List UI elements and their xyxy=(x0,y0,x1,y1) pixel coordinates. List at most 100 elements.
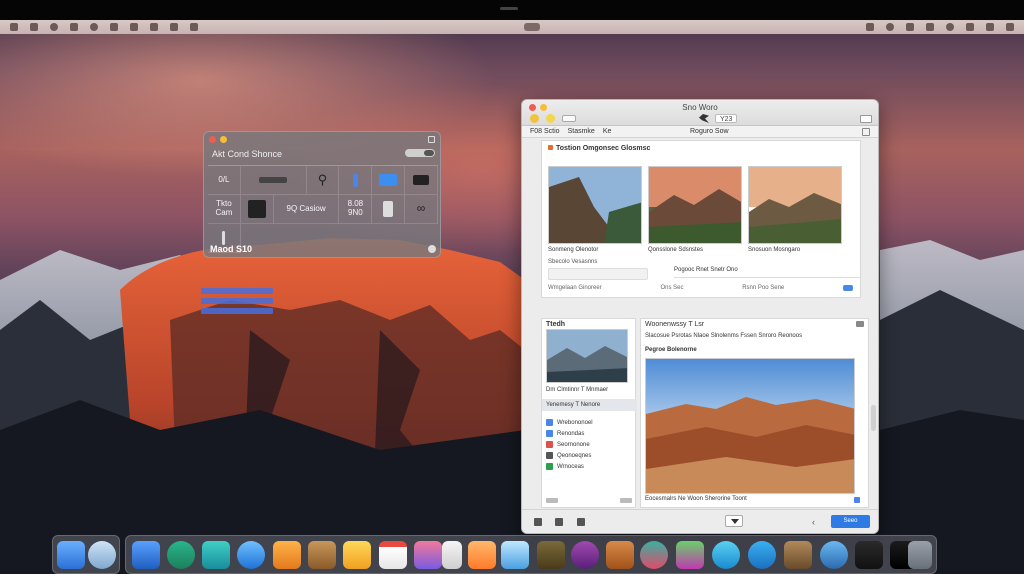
photos-booth-icon[interactable] xyxy=(414,541,442,569)
footer-button[interactable] xyxy=(546,498,558,503)
tab-1[interactable]: F08 Sctio xyxy=(530,128,560,135)
photos-icon[interactable] xyxy=(132,541,160,569)
tab-3[interactable]: Ke xyxy=(603,128,612,135)
status-icon[interactable] xyxy=(886,23,894,31)
menu-item-icon[interactable] xyxy=(70,23,78,31)
finder-icon[interactable] xyxy=(57,541,85,569)
utility-toggle[interactable] xyxy=(405,149,435,157)
sidebar-list-item[interactable]: Seornonone xyxy=(546,441,593,448)
sidebar-selected-item[interactable]: Yenemesy T Nenore xyxy=(542,399,637,411)
selected-row[interactable] xyxy=(201,288,273,294)
podcasts-icon[interactable] xyxy=(571,541,599,569)
utility-cell-search[interactable]: ⚲ xyxy=(306,166,340,195)
wifi-icon[interactable] xyxy=(986,23,994,31)
share-icon[interactable] xyxy=(854,497,860,503)
thumbnail-sunset[interactable] xyxy=(648,166,742,244)
toolbar-button[interactable] xyxy=(562,115,576,122)
content-close-icon[interactable] xyxy=(856,321,864,327)
utility-cell[interactable]: Tkto Cam xyxy=(208,195,241,224)
back-icon[interactable]: ‹ xyxy=(812,517,815,527)
books-icon[interactable] xyxy=(537,541,565,569)
status-icon[interactable] xyxy=(946,23,954,31)
notes-icon[interactable] xyxy=(273,541,301,569)
toolbar-button[interactable] xyxy=(530,114,539,123)
tab-2[interactable]: Stasmke xyxy=(568,128,595,135)
settings-icon[interactable] xyxy=(855,541,883,569)
contacts-icon[interactable] xyxy=(308,541,336,569)
apple-menu-icon[interactable] xyxy=(10,23,18,31)
tv-icon[interactable] xyxy=(606,541,634,569)
status-icon[interactable] xyxy=(866,23,874,31)
pages-icon[interactable] xyxy=(343,541,371,569)
utility-cell-badge[interactable] xyxy=(405,166,438,195)
utility-cell-link[interactable]: ∞ xyxy=(405,195,438,224)
menu-item-icon[interactable] xyxy=(170,23,178,31)
menu-item-icon[interactable] xyxy=(90,23,98,31)
sidebar-list-item[interactable]: Wrnoceas xyxy=(546,463,593,470)
globe-icon[interactable] xyxy=(88,541,116,569)
folder-icon[interactable] xyxy=(908,541,932,569)
status-icon[interactable] xyxy=(906,23,914,31)
menu-item-icon[interactable] xyxy=(130,23,138,31)
control-center-icon[interactable] xyxy=(1006,23,1014,31)
sidebar-toggle-icon[interactable] xyxy=(860,115,872,123)
menu-item-icon[interactable] xyxy=(190,23,198,31)
bird-icon[interactable] xyxy=(699,114,709,123)
music-icon[interactable] xyxy=(468,541,496,569)
menu-bar-center-icon[interactable] xyxy=(524,23,540,31)
status-icon[interactable] xyxy=(926,23,934,31)
safari-icon[interactable] xyxy=(237,541,265,569)
info-icon[interactable] xyxy=(428,245,436,253)
toolbar-button[interactable] xyxy=(546,114,555,123)
sidebar-list-item[interactable]: Wrebononoel xyxy=(546,419,593,426)
weather-icon[interactable] xyxy=(712,541,740,569)
thumbnail-cliff[interactable] xyxy=(548,166,642,244)
status-icon[interactable] xyxy=(966,23,974,31)
preview-icon[interactable] xyxy=(784,541,812,569)
utility-cell[interactable]: 9Q Casiow xyxy=(273,195,340,224)
close-tab-icon[interactable] xyxy=(862,128,870,136)
menu-item-icon[interactable] xyxy=(110,23,118,31)
app-store-icon[interactable] xyxy=(501,541,529,569)
utility-cell[interactable]: 8.08 9N0 xyxy=(339,195,373,224)
dropdown-button[interactable] xyxy=(725,515,743,527)
utility-cell-pin[interactable] xyxy=(339,166,373,195)
menu-item-icon[interactable] xyxy=(30,23,38,31)
scrollbar-handle[interactable] xyxy=(871,405,876,431)
hero-image[interactable] xyxy=(645,358,855,494)
menu-item-icon[interactable] xyxy=(150,23,158,31)
files-icon[interactable] xyxy=(442,541,462,569)
camera-icon[interactable] xyxy=(534,518,542,526)
footer-button[interactable] xyxy=(620,498,632,503)
tab-center[interactable]: Roguro Sow xyxy=(690,128,729,135)
calendar-icon[interactable] xyxy=(379,541,407,569)
chrome-icon[interactable] xyxy=(820,541,848,569)
divider xyxy=(674,277,860,278)
expand-icon[interactable] xyxy=(428,135,435,143)
sidebar-image[interactable] xyxy=(546,329,628,383)
brush-icon[interactable] xyxy=(577,518,585,526)
utility-window: Akt Cond Shonce 0/L ⚲ Tkto Cam 9Q Casiow… xyxy=(203,131,441,258)
menu-item-icon[interactable] xyxy=(50,23,58,31)
telegram-icon[interactable] xyxy=(748,541,776,569)
utility-cell-document[interactable] xyxy=(372,195,406,224)
sidebar-list-item[interactable]: Renondas xyxy=(546,430,593,437)
utility-cell-image[interactable] xyxy=(240,195,274,224)
minimize-window-button[interactable] xyxy=(220,135,227,143)
mail-icon[interactable] xyxy=(202,541,230,569)
maps-icon[interactable] xyxy=(167,541,195,569)
gallery-input[interactable] xyxy=(548,268,648,280)
utility-cell-monitor[interactable] xyxy=(372,166,406,195)
gallery-icon[interactable] xyxy=(555,518,563,526)
share-icon[interactable] xyxy=(843,285,853,291)
selected-row[interactable] xyxy=(201,308,273,314)
selected-row[interactable] xyxy=(201,298,273,304)
utility-cell[interactable]: 0/L xyxy=(208,166,241,195)
game-center-icon[interactable] xyxy=(676,541,704,569)
sidebar-list-item[interactable]: Qeonoeqnes xyxy=(546,452,593,459)
terminal-icon[interactable] xyxy=(640,541,668,569)
close-window-button[interactable] xyxy=(209,135,216,143)
primary-button[interactable]: Seeo xyxy=(831,515,870,528)
thumbnail-valley[interactable] xyxy=(748,166,842,244)
utility-cell-display[interactable] xyxy=(240,166,307,195)
